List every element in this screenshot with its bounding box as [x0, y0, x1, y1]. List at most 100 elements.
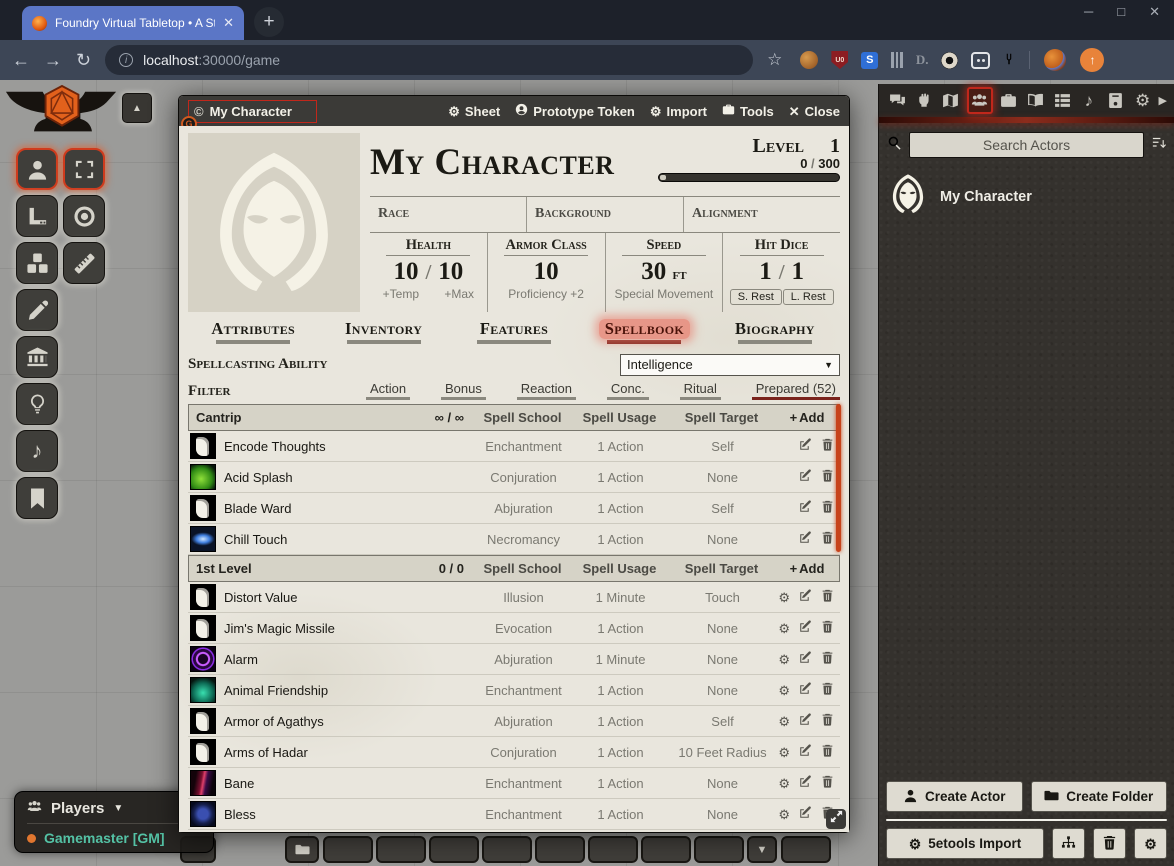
delete-icon[interactable]	[821, 438, 834, 454]
browser-tab[interactable]: Foundry Virtual Tabletop • A Stan ✕	[22, 6, 244, 40]
field-race[interactable]: Race	[370, 197, 526, 232]
delete-icon[interactable]	[821, 469, 834, 485]
extension-sliders-icon[interactable]	[891, 52, 903, 68]
edit-icon[interactable]	[799, 806, 812, 822]
prepare-toggle-icon[interactable]: ⚙	[778, 684, 790, 697]
controls-collapse-button[interactable]: ▲	[122, 93, 152, 123]
extension-fork-icon[interactable]	[1003, 52, 1015, 68]
import-5etools-button[interactable]: ⚙ 5etools Import	[886, 828, 1044, 859]
filter-prepared-52-[interactable]: Prepared (52)	[752, 381, 840, 400]
spell-icon[interactable]	[190, 495, 216, 521]
spell-name[interactable]: Acid Splash	[224, 470, 475, 485]
spell-icon[interactable]	[190, 526, 216, 552]
character-sheet-window[interactable]: © My Character G ⚙SheetPrototype Token⚙I…	[178, 95, 850, 833]
long-rest-button[interactable]: L. Rest	[783, 289, 834, 305]
bookmark-star-icon[interactable]: ☆	[767, 50, 782, 70]
delete-icon[interactable]	[821, 651, 834, 667]
header-control-close[interactable]: ✕Close	[789, 104, 840, 119]
prepare-toggle-icon[interactable]: ⚙	[778, 808, 790, 821]
spell-icon[interactable]	[190, 615, 216, 641]
prepare-toggle-icon[interactable]: ⚙	[778, 622, 790, 635]
spell-name[interactable]: Chill Touch	[224, 532, 475, 547]
stat-speed[interactable]: Speed 30 ft Special Movement	[605, 233, 723, 312]
macro-slot[interactable]	[694, 836, 744, 863]
edit-icon[interactable]	[799, 651, 812, 667]
edit-icon[interactable]	[799, 589, 812, 605]
site-info-icon[interactable]: i	[119, 53, 133, 67]
delete-icon[interactable]	[821, 744, 834, 760]
spell-row[interactable]: Distort ValueIllusion1 MinuteTouch⚙	[188, 582, 840, 613]
section-slots[interactable]: 0 / 0	[439, 561, 474, 576]
header-control-prototype-token[interactable]: Prototype Token	[515, 103, 635, 119]
spell-name[interactable]: Alarm	[224, 652, 475, 667]
stat-armor-class[interactable]: Armor Class 10 Proficiency +2	[487, 233, 605, 312]
filter-conc-[interactable]: Conc.	[607, 381, 649, 400]
level-value[interactable]: 1	[830, 135, 840, 158]
sidebar-tab-journal[interactable]	[1105, 89, 1127, 113]
edit-icon[interactable]	[799, 682, 812, 698]
stat-health[interactable]: Health 10/10 +Temp+Max	[370, 233, 487, 312]
window-minimize-icon[interactable]: ─	[1084, 4, 1093, 20]
tool-button-music[interactable]: ♪	[16, 430, 58, 472]
tool-button-bank[interactable]	[16, 336, 58, 378]
extension-box-icon[interactable]	[971, 52, 990, 69]
edit-icon[interactable]	[799, 775, 812, 791]
spell-row[interactable]: Arms of HadarConjuration1 Action10 Feet …	[188, 737, 840, 768]
macro-slot[interactable]	[641, 836, 691, 863]
spell-name[interactable]: Jim's Magic Missile	[224, 621, 475, 636]
spell-name[interactable]: Animal Friendship	[224, 683, 475, 698]
create-actor-button[interactable]: Create Actor	[886, 781, 1023, 812]
filter-reaction[interactable]: Reaction	[517, 381, 576, 400]
delete-icon[interactable]	[821, 775, 834, 791]
delete-icon[interactable]	[821, 620, 834, 636]
spell-icon[interactable]	[190, 801, 216, 827]
spell-row[interactable]: Acid SplashConjuration1 ActionNone	[188, 462, 840, 493]
spell-name[interactable]: Bless	[224, 807, 475, 822]
spell-name[interactable]: Arms of Hadar	[224, 745, 475, 760]
spell-row[interactable]: Chill TouchNecromancy1 ActionNone	[188, 524, 840, 555]
delete-icon[interactable]	[821, 531, 834, 547]
hotbar-page-down-button[interactable]: ▼	[747, 836, 777, 863]
tool-button-target[interactable]	[63, 195, 105, 237]
settings-button[interactable]: ⚙	[1134, 828, 1167, 859]
spell-name[interactable]: Armor of Agathys	[224, 714, 475, 729]
list-scrollbar[interactable]	[836, 404, 841, 552]
spell-row[interactable]: BaneEnchantment1 ActionNone⚙	[188, 768, 840, 799]
spell-icon[interactable]	[190, 677, 216, 703]
new-tab-button[interactable]: +	[254, 7, 284, 37]
tool-button-dice[interactable]	[16, 242, 58, 284]
xp-text[interactable]: 0 / 300	[658, 156, 840, 171]
spell-name[interactable]: Blade Ward	[224, 501, 475, 516]
window-maximize-icon[interactable]: □	[1117, 4, 1125, 20]
tool-button-ruler-square[interactable]	[16, 195, 58, 237]
spell-name[interactable]: Encode Thoughts	[224, 439, 475, 454]
tab-features[interactable]: Features	[449, 319, 579, 350]
header-control-tools[interactable]: Tools	[722, 103, 774, 119]
edit-icon[interactable]	[799, 500, 812, 516]
sidebar-tab-comments[interactable]	[886, 89, 908, 113]
filter-ritual[interactable]: Ritual	[680, 381, 721, 400]
spell-row[interactable]: Blade WardAbjuration1 ActionSelf	[188, 493, 840, 524]
extension-eye-icon[interactable]	[941, 52, 958, 69]
add-spell-button[interactable]: + Add	[775, 561, 839, 576]
forward-button[interactable]: →	[44, 51, 62, 69]
macro-slot[interactable]	[323, 836, 373, 863]
macro-slot[interactable]	[376, 836, 426, 863]
spell-row[interactable]: Encode ThoughtsEnchantment1 ActionSelf	[188, 431, 840, 462]
player-row[interactable]: Gamemaster [GM]	[27, 824, 201, 846]
sidebar-tab-book[interactable]	[1024, 89, 1046, 113]
field-background[interactable]: Background	[526, 197, 683, 232]
edit-icon[interactable]	[799, 438, 812, 454]
back-button[interactable]: ←	[12, 51, 30, 69]
spell-icon[interactable]	[190, 464, 216, 490]
edit-icon[interactable]	[799, 744, 812, 760]
spell-row[interactable]: Animal FriendshipEnchantment1 ActionNone…	[188, 675, 840, 706]
players-header[interactable]: Players ▼	[27, 799, 201, 824]
hotbar-folder-button[interactable]	[285, 836, 319, 863]
tool-button-bulb[interactable]	[16, 383, 58, 425]
delete-icon[interactable]	[821, 682, 834, 698]
sidebar-tab-users[interactable]	[967, 87, 993, 114]
delete-icon[interactable]	[821, 713, 834, 729]
extension-ublock-icon[interactable]: U0	[831, 51, 848, 69]
tool-button-ruler[interactable]	[63, 242, 105, 284]
